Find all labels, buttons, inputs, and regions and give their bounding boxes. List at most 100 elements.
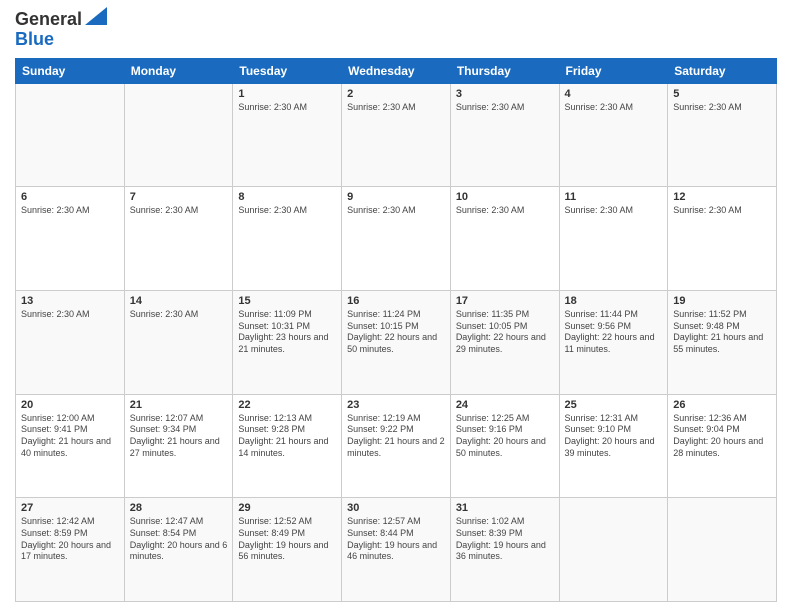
cell-info: Sunrise: 12:31 AMSunset: 9:10 PMDaylight…: [565, 413, 663, 460]
week-row-2: 6Sunrise: 2:30 AM7Sunrise: 2:30 AM8Sunri…: [16, 187, 777, 291]
cell-info: Sunrise: 12:42 AMSunset: 8:59 PMDaylight…: [21, 516, 119, 563]
day-number: 14: [130, 295, 228, 307]
cell-info: Sunrise: 11:09 PMSunset: 10:31 PMDayligh…: [238, 309, 336, 356]
day-number: 15: [238, 295, 336, 307]
day-number: 22: [238, 399, 336, 411]
day-number: 16: [347, 295, 445, 307]
cell-info: Sunrise: 11:44 PMSunset: 9:56 PMDaylight…: [565, 309, 663, 356]
cell-info: Sunrise: 2:30 AM: [456, 102, 554, 114]
calendar-cell: 7Sunrise: 2:30 AM: [124, 187, 233, 291]
header: General Blue: [15, 10, 777, 50]
cell-info: Sunrise: 2:30 AM: [565, 205, 663, 217]
day-number: 30: [347, 502, 445, 514]
calendar-cell: 20 Sunrise: 12:00 AMSunset: 9:41 PMDaylig…: [16, 394, 125, 498]
day-number: 2: [347, 88, 445, 100]
calendar-cell: [16, 83, 125, 187]
day-number: 21: [130, 399, 228, 411]
weekday-header-saturday: Saturday: [668, 58, 777, 83]
cell-info: Sunrise: 2:30 AM: [238, 205, 336, 217]
day-number: 26: [673, 399, 771, 411]
cell-info: Sunrise: 2:30 AM: [347, 102, 445, 114]
logo-blue-text: Blue: [15, 30, 54, 50]
page: General Blue SundayMondayTuesdayWednesda…: [0, 0, 792, 612]
day-number: 5: [673, 88, 771, 100]
calendar-cell: [559, 498, 668, 602]
calendar-cell: 6 Sunrise: 2:30 AM: [16, 187, 125, 291]
calendar-cell: 4Sunrise: 2:30 AM: [559, 83, 668, 187]
cell-info: Sunrise: 12:36 AMSunset: 9:04 PMDaylight…: [673, 413, 771, 460]
calendar-cell: [668, 498, 777, 602]
day-number: 3: [456, 88, 554, 100]
logo-text: General: [15, 10, 82, 30]
cell-info: Sunrise: 2:30 AM: [238, 102, 336, 114]
calendar-cell: 24Sunrise: 12:25 AMSunset: 9:16 PMDaylig…: [450, 394, 559, 498]
calendar-cell: 21 Sunrise: 12:07 AMSunset: 9:34 PMDaylig…: [124, 394, 233, 498]
cell-info: Sunrise: 12:13 AMSunset: 9:28 PMDaylight…: [238, 413, 336, 460]
day-number: 28: [130, 502, 228, 514]
calendar-cell: 23Sunrise: 12:19 AMSunset: 9:22 PMDaylig…: [342, 394, 451, 498]
weekday-header-friday: Friday: [559, 58, 668, 83]
calendar-cell: [124, 83, 233, 187]
weekday-header-tuesday: Tuesday: [233, 58, 342, 83]
cell-info: Sunrise: 2:30 AM: [21, 309, 119, 321]
cell-info: Sunrise: 11:52 PMSunset: 9:48 PMDaylight…: [673, 309, 771, 356]
calendar-cell: 2 Sunrise: 2:30 AM: [342, 83, 451, 187]
weekday-header-sunday: Sunday: [16, 58, 125, 83]
cell-info: Sunrise: 2:30 AM: [21, 205, 119, 217]
weekday-header-monday: Monday: [124, 58, 233, 83]
calendar-cell: 14 Sunrise: 2:30 AM: [124, 290, 233, 394]
day-number: 9: [347, 191, 445, 203]
cell-info: Sunrise: 2:30 AM: [130, 309, 228, 321]
day-number: 4: [565, 88, 663, 100]
calendar-cell: 10 Sunrise: 2:30 AM: [450, 187, 559, 291]
day-number: 29: [238, 502, 336, 514]
cell-info: Sunrise: 12:07 AMSunset: 9:34 PMDaylight…: [130, 413, 228, 460]
calendar-cell: 28 Sunrise: 12:47 AMSunset: 8:54 PMDaylig…: [124, 498, 233, 602]
calendar-cell: 11 Sunrise: 2:30 AM: [559, 187, 668, 291]
day-number: 24: [456, 399, 554, 411]
cell-info: Sunrise: 11:35 PMSunset: 10:05 PMDayligh…: [456, 309, 554, 356]
week-row-1: 1 Sunrise: 2:30 AM 2 Sunrise: 2:30 AM 3 Sunri…: [16, 83, 777, 187]
day-number: 8: [238, 191, 336, 203]
calendar-cell: 30 Sunrise: 12:57 AMSunset: 8:44 PMDaylig…: [342, 498, 451, 602]
day-number: 18: [565, 295, 663, 307]
calendar-cell: 18 Sunrise: 11:44 PMSunset: 9:56 PMDaylig…: [559, 290, 668, 394]
cell-info: Sunrise: 12:00 AMSunset: 9:41 PMDaylight…: [21, 413, 119, 460]
day-number: 19: [673, 295, 771, 307]
day-number: 1: [238, 88, 336, 100]
calendar-cell: 22 Sunrise: 12:13 AMSunset: 9:28 PMDaylig…: [233, 394, 342, 498]
cell-info: Sunrise: 1:02 AMSunset: 8:39 PMDaylight:…: [456, 516, 554, 563]
day-number: 23: [347, 399, 445, 411]
day-number: 6: [21, 191, 119, 203]
calendar-cell: 29 Sunrise: 12:52 AMSunset: 8:49 PMDaylig…: [233, 498, 342, 602]
day-number: 20: [21, 399, 119, 411]
logo: General Blue: [15, 10, 107, 50]
day-number: 10: [456, 191, 554, 203]
day-number: 17: [456, 295, 554, 307]
cell-info: Sunrise: 2:30 AM: [347, 205, 445, 217]
cell-info: Sunrise: 2:30 AM: [673, 205, 771, 217]
cell-info: Sunrise: 2:30 AM: [456, 205, 554, 217]
week-row-5: 27 Sunrise: 12:42 AMSunset: 8:59 PMDaylig…: [16, 498, 777, 602]
calendar-cell: 19 Sunrise: 11:52 PMSunset: 9:48 PMDaylig…: [668, 290, 777, 394]
day-number: 25: [565, 399, 663, 411]
calendar-cell: 5Sunrise: 2:30 AM: [668, 83, 777, 187]
cell-info: Sunrise: 11:24 PMSunset: 10:15 PMDayligh…: [347, 309, 445, 356]
calendar-cell: 13 Sunrise: 2:30 AM: [16, 290, 125, 394]
calendar-cell: 1 Sunrise: 2:30 AM: [233, 83, 342, 187]
day-number: 13: [21, 295, 119, 307]
calendar-table: SundayMondayTuesdayWednesdayThursdayFrid…: [15, 58, 777, 602]
calendar-cell: 27 Sunrise: 12:42 AMSunset: 8:59 PMDaylig…: [16, 498, 125, 602]
calendar-cell: 31 Sunrise: 1:02 AMSunset: 8:39 PMDayligh…: [450, 498, 559, 602]
calendar-cell: 8 Sunrise: 2:30 AM: [233, 187, 342, 291]
cell-info: Sunrise: 12:47 AMSunset: 8:54 PMDaylight…: [130, 516, 228, 563]
cell-info: Sunrise: 12:57 AMSunset: 8:44 PMDaylight…: [347, 516, 445, 563]
logo-icon: [85, 7, 107, 25]
day-number: 27: [21, 502, 119, 514]
week-row-3: 13 Sunrise: 2:30 AM 14 Sunrise: 2:30 AM 15 Su…: [16, 290, 777, 394]
day-number: 31: [456, 502, 554, 514]
cell-info: Sunrise: 2:30 AM: [130, 205, 228, 217]
day-number: 11: [565, 191, 663, 203]
calendar-cell: 3 Sunrise: 2:30 AM: [450, 83, 559, 187]
cell-info: Sunrise: 12:52 AMSunset: 8:49 PMDaylight…: [238, 516, 336, 563]
